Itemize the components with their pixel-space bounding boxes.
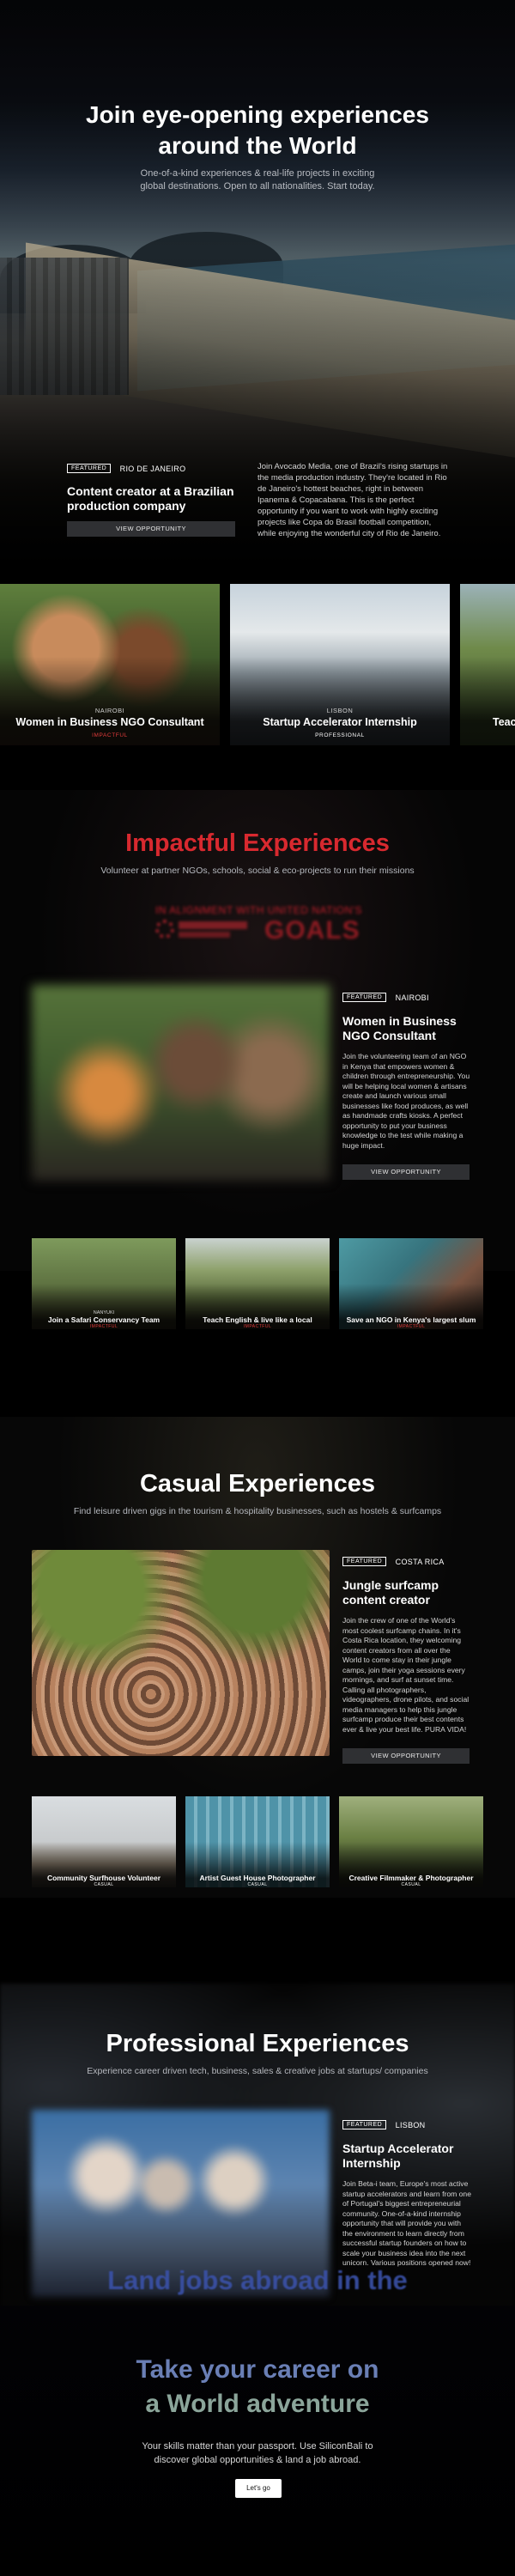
un-sdg-logo: IN ALIGNMENT WITH UNITED NATION'S GOALS <box>153 904 367 951</box>
sdg-goals: GOALS <box>264 916 360 945</box>
featured-title: Content creator at a Brazilian productio… <box>67 484 234 513</box>
sdg-wheel-icon <box>155 920 174 939</box>
carousel-card[interactable]: LISBON Startup Accelerator Internship PR… <box>230 584 450 745</box>
hero-title: Join eye-opening experiences around the … <box>0 100 515 161</box>
cta-title-line2: a World adventure <box>145 2390 370 2418</box>
card-tag: IMPACTFUL <box>89 1324 118 1329</box>
card-title: Creative Filmmaker & Photographer <box>348 1874 474 1882</box>
view-opportunity-button[interactable]: VIEW OPPORTUNITY <box>342 1748 470 1764</box>
card-location: LISBON <box>326 707 354 714</box>
featured-title: Startup Accelerator Internship <box>342 2142 454 2170</box>
card-tag: IMPACTFUL <box>397 1324 426 1329</box>
hero-featured-card: FEATURED RIO DE JANEIRO Content creator … <box>67 461 247 537</box>
hero-title-line2: around the World <box>158 132 357 159</box>
featured-image[interactable] <box>32 1550 330 1756</box>
featured-badge: FEATURED <box>342 2120 387 2130</box>
featured-location: COSTA RICA <box>395 1557 445 1566</box>
card-location: NAIROBI <box>94 707 125 714</box>
carousel-card[interactable]: NAIROBI Women in Business NGO Consultant… <box>0 584 220 745</box>
featured-title: Women in Business NGO Consultant <box>342 1014 457 1042</box>
card-title: Community Surfhouse Volunteer <box>46 1874 161 1882</box>
card-title: Join a Safari Conservancy Team <box>47 1315 161 1324</box>
featured-description: Join Beta-i team, Europe's most active s… <box>342 2179 471 2267</box>
featured-description: Join the volunteering team of an NGO in … <box>342 1052 470 1150</box>
hero-title-line1: Join eye-opening experiences <box>86 101 429 128</box>
opportunity-card[interactable]: Creative Filmmaker & Photographer CASUAL <box>339 1796 483 1887</box>
hero-subtitle: One-of-a-kind experiences & real-life pr… <box>140 168 375 191</box>
opportunity-carousel[interactable]: NAIROBI Women in Business NGO Consultant… <box>0 584 515 745</box>
card-title: Teac <box>493 716 515 728</box>
card-tag: CASUAL <box>247 1882 268 1887</box>
opportunity-card[interactable]: Teach English & live like a local IMPACT… <box>185 1238 330 1329</box>
opportunity-card[interactable]: Community Surfhouse Volunteer CASUAL <box>32 1796 176 1887</box>
section-title: Professional Experiences <box>106 2030 409 2057</box>
section-subtitle: Find leisure driven gigs in the tourism … <box>73 1506 442 1516</box>
sdg-text: IN ALIGNMENT WITH UNITED NATION'S <box>155 904 363 916</box>
featured-description: Join the crew of one of the World's most… <box>342 1616 470 1734</box>
card-title: Teach English & live like a local <box>203 1315 312 1324</box>
sdg-line <box>179 921 247 929</box>
featured-description: Join Avocado Media, one of Brazil's risi… <box>258 462 448 538</box>
featured-location: NAIROBI <box>395 993 429 1002</box>
featured-image[interactable] <box>32 985 330 1181</box>
featured-title: Jungle surfcamp content creator <box>342 1578 439 1607</box>
featured-badge: FEATURED <box>67 464 112 474</box>
cta-subtitle: Your skills matter than your passport. U… <box>142 2441 373 2465</box>
section-subtitle: Volunteer at partner NGOs, schools, soci… <box>100 866 415 876</box>
card-title: Women in Business NGO Consultant <box>15 716 204 728</box>
cta-title: Take your career on a World adventure <box>0 2353 515 2421</box>
card-title: Artist Guest House Photographer <box>199 1874 316 1882</box>
card-tag: IMPACTFUL <box>243 1324 272 1329</box>
featured-card: FEATURED NAIROBI Women in Business NGO C… <box>342 990 471 1180</box>
card-tag: PROFESSIONAL <box>315 732 365 738</box>
featured-badge: FEATURED <box>342 1557 387 1567</box>
section-title: Casual Experiences <box>139 1470 376 1498</box>
opportunity-card[interactable]: NANYUKI Join a Safari Conservancy Team I… <box>32 1238 176 1329</box>
featured-card: FEATURED LISBON Startup Accelerator Inte… <box>342 2117 471 2269</box>
featured-location: LISBON <box>395 2120 426 2129</box>
sdg-line <box>179 932 230 938</box>
lets-go-button[interactable]: Let's go <box>235 2479 282 2498</box>
featured-location: RIO DE JANEIRO <box>119 464 186 473</box>
card-title: Save an NGO in Kenya's largest slum <box>346 1315 476 1324</box>
section-title: Impactful Experiences <box>125 829 390 857</box>
view-opportunity-button[interactable]: VIEW OPPORTUNITY <box>342 1164 470 1180</box>
featured-card: FEATURED COSTA RICA Jungle surfcamp cont… <box>342 1554 471 1764</box>
carousel-card[interactable]: Teac <box>460 584 515 745</box>
card-title: Startup Accelerator Internship <box>263 716 417 728</box>
card-tag: CASUAL <box>94 1882 114 1887</box>
card-tag: IMPACTFUL <box>92 732 128 738</box>
cta-title-line1: Take your career on <box>136 2355 379 2384</box>
cta-ghost-text: Land jobs abroad in the <box>107 2265 408 2295</box>
featured-badge: FEATURED <box>342 993 387 1003</box>
card-tag: CASUAL <box>401 1882 421 1887</box>
section-subtitle: Experience career driven tech, business,… <box>87 2066 428 2076</box>
opportunity-card[interactable]: Save an NGO in Kenya's largest slum IMPA… <box>339 1238 483 1329</box>
opportunity-card[interactable]: Artist Guest House Photographer CASUAL <box>185 1796 330 1887</box>
view-opportunity-button[interactable]: VIEW OPPORTUNITY <box>67 521 235 537</box>
